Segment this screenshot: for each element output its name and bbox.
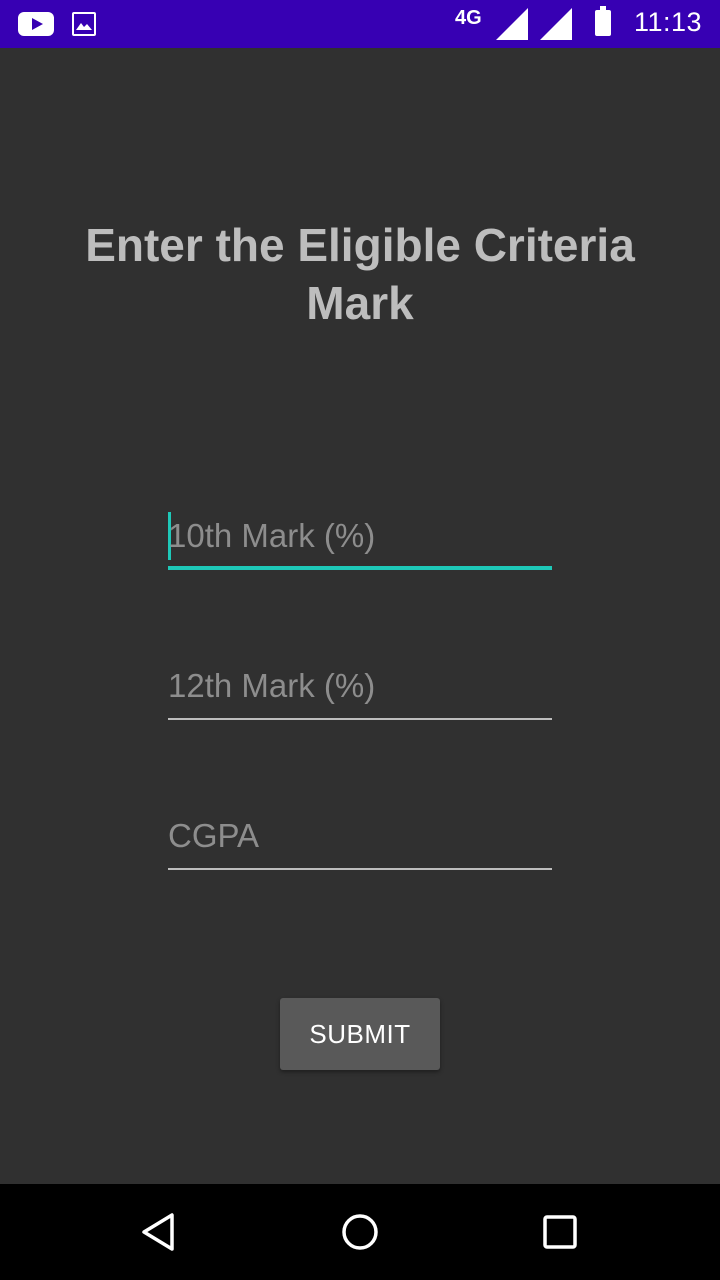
tenth-mark-input[interactable] <box>168 510 552 562</box>
battery-icon <box>595 6 611 36</box>
cgpa-field[interactable] <box>168 810 552 870</box>
home-icon[interactable] <box>336 1208 384 1256</box>
clock: 11:13 <box>634 7 703 37</box>
cgpa-underline <box>168 868 552 870</box>
status-bar: 4G 11:13 <box>0 0 720 48</box>
page-title: Enter the Eligible Criteria Mark <box>85 219 635 329</box>
cgpa-input[interactable] <box>168 810 552 862</box>
youtube-icon <box>18 12 54 36</box>
signal-icon <box>540 8 572 40</box>
recents-icon[interactable] <box>536 1208 584 1256</box>
twelfth-mark-input[interactable] <box>168 660 552 712</box>
gallery-icon <box>72 12 96 36</box>
twelfth-mark-underline <box>168 718 552 720</box>
twelfth-mark-field[interactable] <box>168 660 552 720</box>
navigation-bar <box>0 1184 720 1280</box>
submit-button[interactable]: SUBMIT <box>280 998 440 1070</box>
tenth-mark-underline <box>168 566 552 570</box>
signal-icon <box>496 8 528 40</box>
back-icon[interactable] <box>136 1208 184 1256</box>
network-type-label: 4G <box>455 7 482 29</box>
tenth-mark-field[interactable] <box>168 510 552 570</box>
